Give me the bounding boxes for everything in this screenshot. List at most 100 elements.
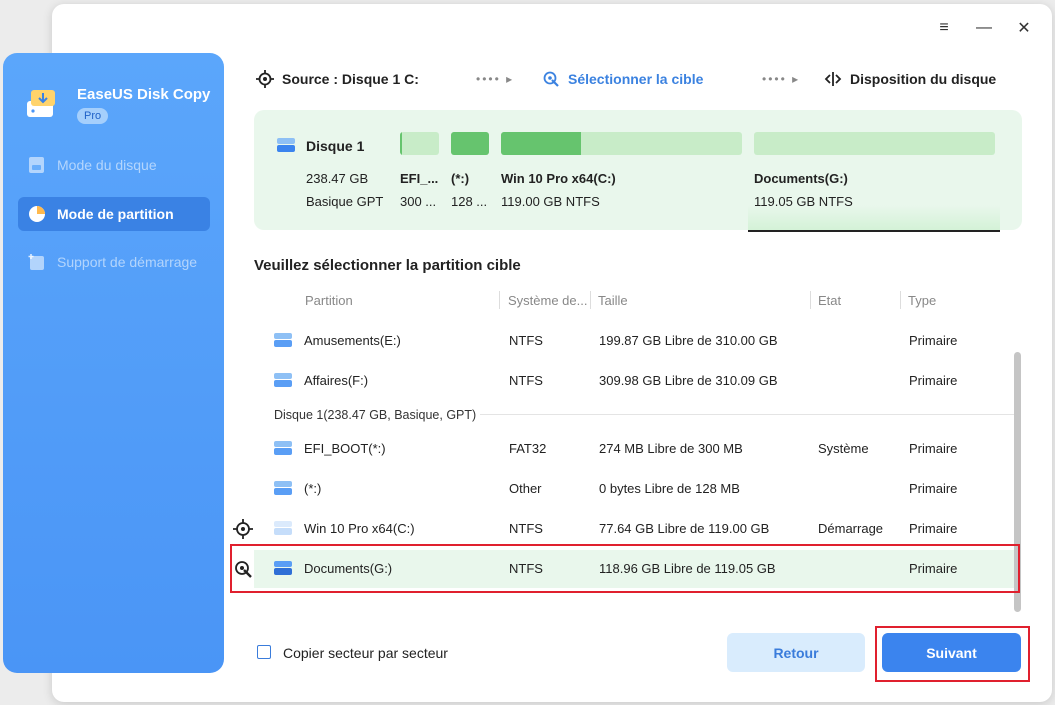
disk-icon xyxy=(277,138,295,152)
disk-layout-icon xyxy=(824,72,842,86)
group-divider xyxy=(480,414,1014,415)
cell-type: Primaire xyxy=(909,373,958,388)
brand-name: EaseUS Disk Copy xyxy=(77,86,211,103)
disk-icon xyxy=(274,481,292,495)
disk-size: 238.47 GB xyxy=(306,171,369,186)
cell-state: Système xyxy=(818,441,869,456)
crosshair-icon xyxy=(256,70,274,88)
cell-type: Primaire xyxy=(909,333,958,348)
partition-size: 128 ... xyxy=(451,194,488,209)
nav-label: Mode du disque xyxy=(57,157,157,173)
col-header-filesystem[interactable]: Système de... xyxy=(508,293,587,308)
disk-icon xyxy=(274,333,292,347)
brand: EaseUS Disk Copy Pro xyxy=(25,85,210,124)
disk-mode-icon xyxy=(29,157,44,173)
section-title: Veuillez sélectionner la partition cible xyxy=(254,257,521,274)
partition-bar-c[interactable] xyxy=(501,132,742,155)
step-source: Source : Disque 1 C: xyxy=(256,68,419,90)
disk-type: Basique GPT xyxy=(306,194,384,209)
cell-size: 199.87 GB Libre de 310.00 GB xyxy=(599,333,778,348)
col-header-size[interactable]: Taille xyxy=(598,293,628,308)
cell-filesystem: NTFS xyxy=(509,333,543,348)
back-button[interactable]: Retour xyxy=(727,633,865,672)
cell-filesystem: NTFS xyxy=(509,521,543,536)
partition-bar-g[interactable] xyxy=(754,132,995,155)
minimize-icon: — xyxy=(976,19,992,36)
col-header-partition[interactable]: Partition xyxy=(305,293,353,308)
step-target: Sélectionner la cible xyxy=(542,68,703,90)
sector-by-sector-checkbox[interactable] xyxy=(257,645,271,659)
highlight-selected-row xyxy=(230,544,1020,593)
partition-fill xyxy=(400,132,402,155)
col-separator xyxy=(499,291,500,309)
cell-partition: Affaires(F:) xyxy=(304,373,369,388)
cell-type: Primaire xyxy=(909,481,958,496)
boot-media-icon xyxy=(28,254,44,270)
nav-label: Mode de partition xyxy=(57,206,174,222)
source-crosshair-icon xyxy=(233,519,253,539)
nav-boot-media[interactable]: Support de démarrage xyxy=(18,245,210,279)
target-select-icon xyxy=(543,71,559,87)
cell-size: 274 MB Libre de 300 MB xyxy=(599,441,743,456)
table-row[interactable]: (*:) Other 0 bytes Libre de 128 MB Prima… xyxy=(254,470,1014,508)
menu-icon: ≡ xyxy=(939,19,949,36)
nav-partition-mode[interactable]: Mode de partition xyxy=(18,197,210,231)
partition-fill xyxy=(451,132,489,155)
sector-by-sector-label: Copier secteur par secteur xyxy=(283,645,448,661)
disk-title: Disque 1 xyxy=(306,138,365,154)
disk-card: Disque 1 238.47 GB Basique GPT EFI_... 3… xyxy=(254,110,1022,232)
table-row[interactable]: Amusements(E:) NTFS 199.87 GB Libre de 3… xyxy=(254,322,1014,360)
partition-name: EFI_... xyxy=(400,171,439,186)
disk-copy-logo-icon xyxy=(27,90,55,117)
step-target-label: Sélectionner la cible xyxy=(568,71,704,87)
disk-icon xyxy=(274,441,292,455)
step-layout-label: Disposition du disque xyxy=(850,71,997,87)
disk-group-label: Disque 1(238.47 GB, Basique, GPT) xyxy=(274,408,477,422)
partition-name: (*:) xyxy=(451,171,470,186)
table-row[interactable]: Affaires(F:) NTFS 309.98 GB Libre de 310… xyxy=(254,362,1014,400)
cell-filesystem: Other xyxy=(509,481,542,496)
partition-size: 300 ... xyxy=(400,194,437,209)
step-source-label: Source : Disque 1 C: xyxy=(282,71,419,87)
col-header-state[interactable]: Etat xyxy=(818,293,841,308)
pro-badge: Pro xyxy=(77,108,109,124)
partition-name: Win 10 Pro x64(C:) xyxy=(501,171,616,186)
cell-size: 309.98 GB Libre de 310.09 GB xyxy=(599,373,778,388)
cell-filesystem: FAT32 xyxy=(509,441,547,456)
selected-partition-underline xyxy=(748,205,1000,232)
cell-state: Démarrage xyxy=(818,521,884,536)
nav-disk-mode[interactable]: Mode du disque xyxy=(18,148,210,182)
close-button[interactable]: ✕ xyxy=(1014,18,1034,38)
table-row-source: Win 10 Pro x64(C:) NTFS 77.64 GB Libre d… xyxy=(254,510,1014,548)
disk-icon xyxy=(274,373,292,387)
cell-partition: (*:) xyxy=(304,481,322,496)
cell-filesystem: NTFS xyxy=(509,373,543,388)
partition-bar-msr[interactable] xyxy=(451,132,489,155)
col-separator xyxy=(900,291,901,309)
partition-bar-efi[interactable] xyxy=(400,132,439,155)
cell-partition: Win 10 Pro x64(C:) xyxy=(304,521,415,536)
partition-fill xyxy=(501,132,581,155)
pie-chart-icon xyxy=(29,206,45,222)
step-separator: •••• ▸ xyxy=(476,72,515,86)
cell-type: Primaire xyxy=(909,441,958,456)
minimize-button[interactable]: — xyxy=(974,18,994,38)
cell-type: Primaire xyxy=(909,521,958,536)
step-separator: •••• ▸ xyxy=(762,72,801,86)
disk-icon xyxy=(274,521,292,535)
cell-size: 0 bytes Libre de 128 MB xyxy=(599,481,740,496)
cell-partition: Amusements(E:) xyxy=(304,333,401,348)
menu-button[interactable]: ≡ xyxy=(934,18,954,38)
sidebar: EaseUS Disk Copy Pro Mode du disque Mode… xyxy=(3,53,224,673)
col-header-type[interactable]: Type xyxy=(908,293,936,308)
partition-size: 119.05 GB NTFS xyxy=(754,194,853,209)
next-button[interactable]: Suivant xyxy=(882,633,1021,672)
cell-partition: EFI_BOOT(*:) xyxy=(304,441,386,456)
partition-name: Documents(G:) xyxy=(754,171,848,186)
step-layout: Disposition du disque xyxy=(824,68,996,90)
table-row[interactable]: EFI_BOOT(*:) FAT32 274 MB Libre de 300 M… xyxy=(254,430,1014,468)
cell-size: 77.64 GB Libre de 119.00 GB xyxy=(599,521,770,536)
close-icon: ✕ xyxy=(1017,20,1031,37)
col-separator xyxy=(590,291,591,309)
partition-size: 119.00 GB NTFS xyxy=(501,194,600,209)
